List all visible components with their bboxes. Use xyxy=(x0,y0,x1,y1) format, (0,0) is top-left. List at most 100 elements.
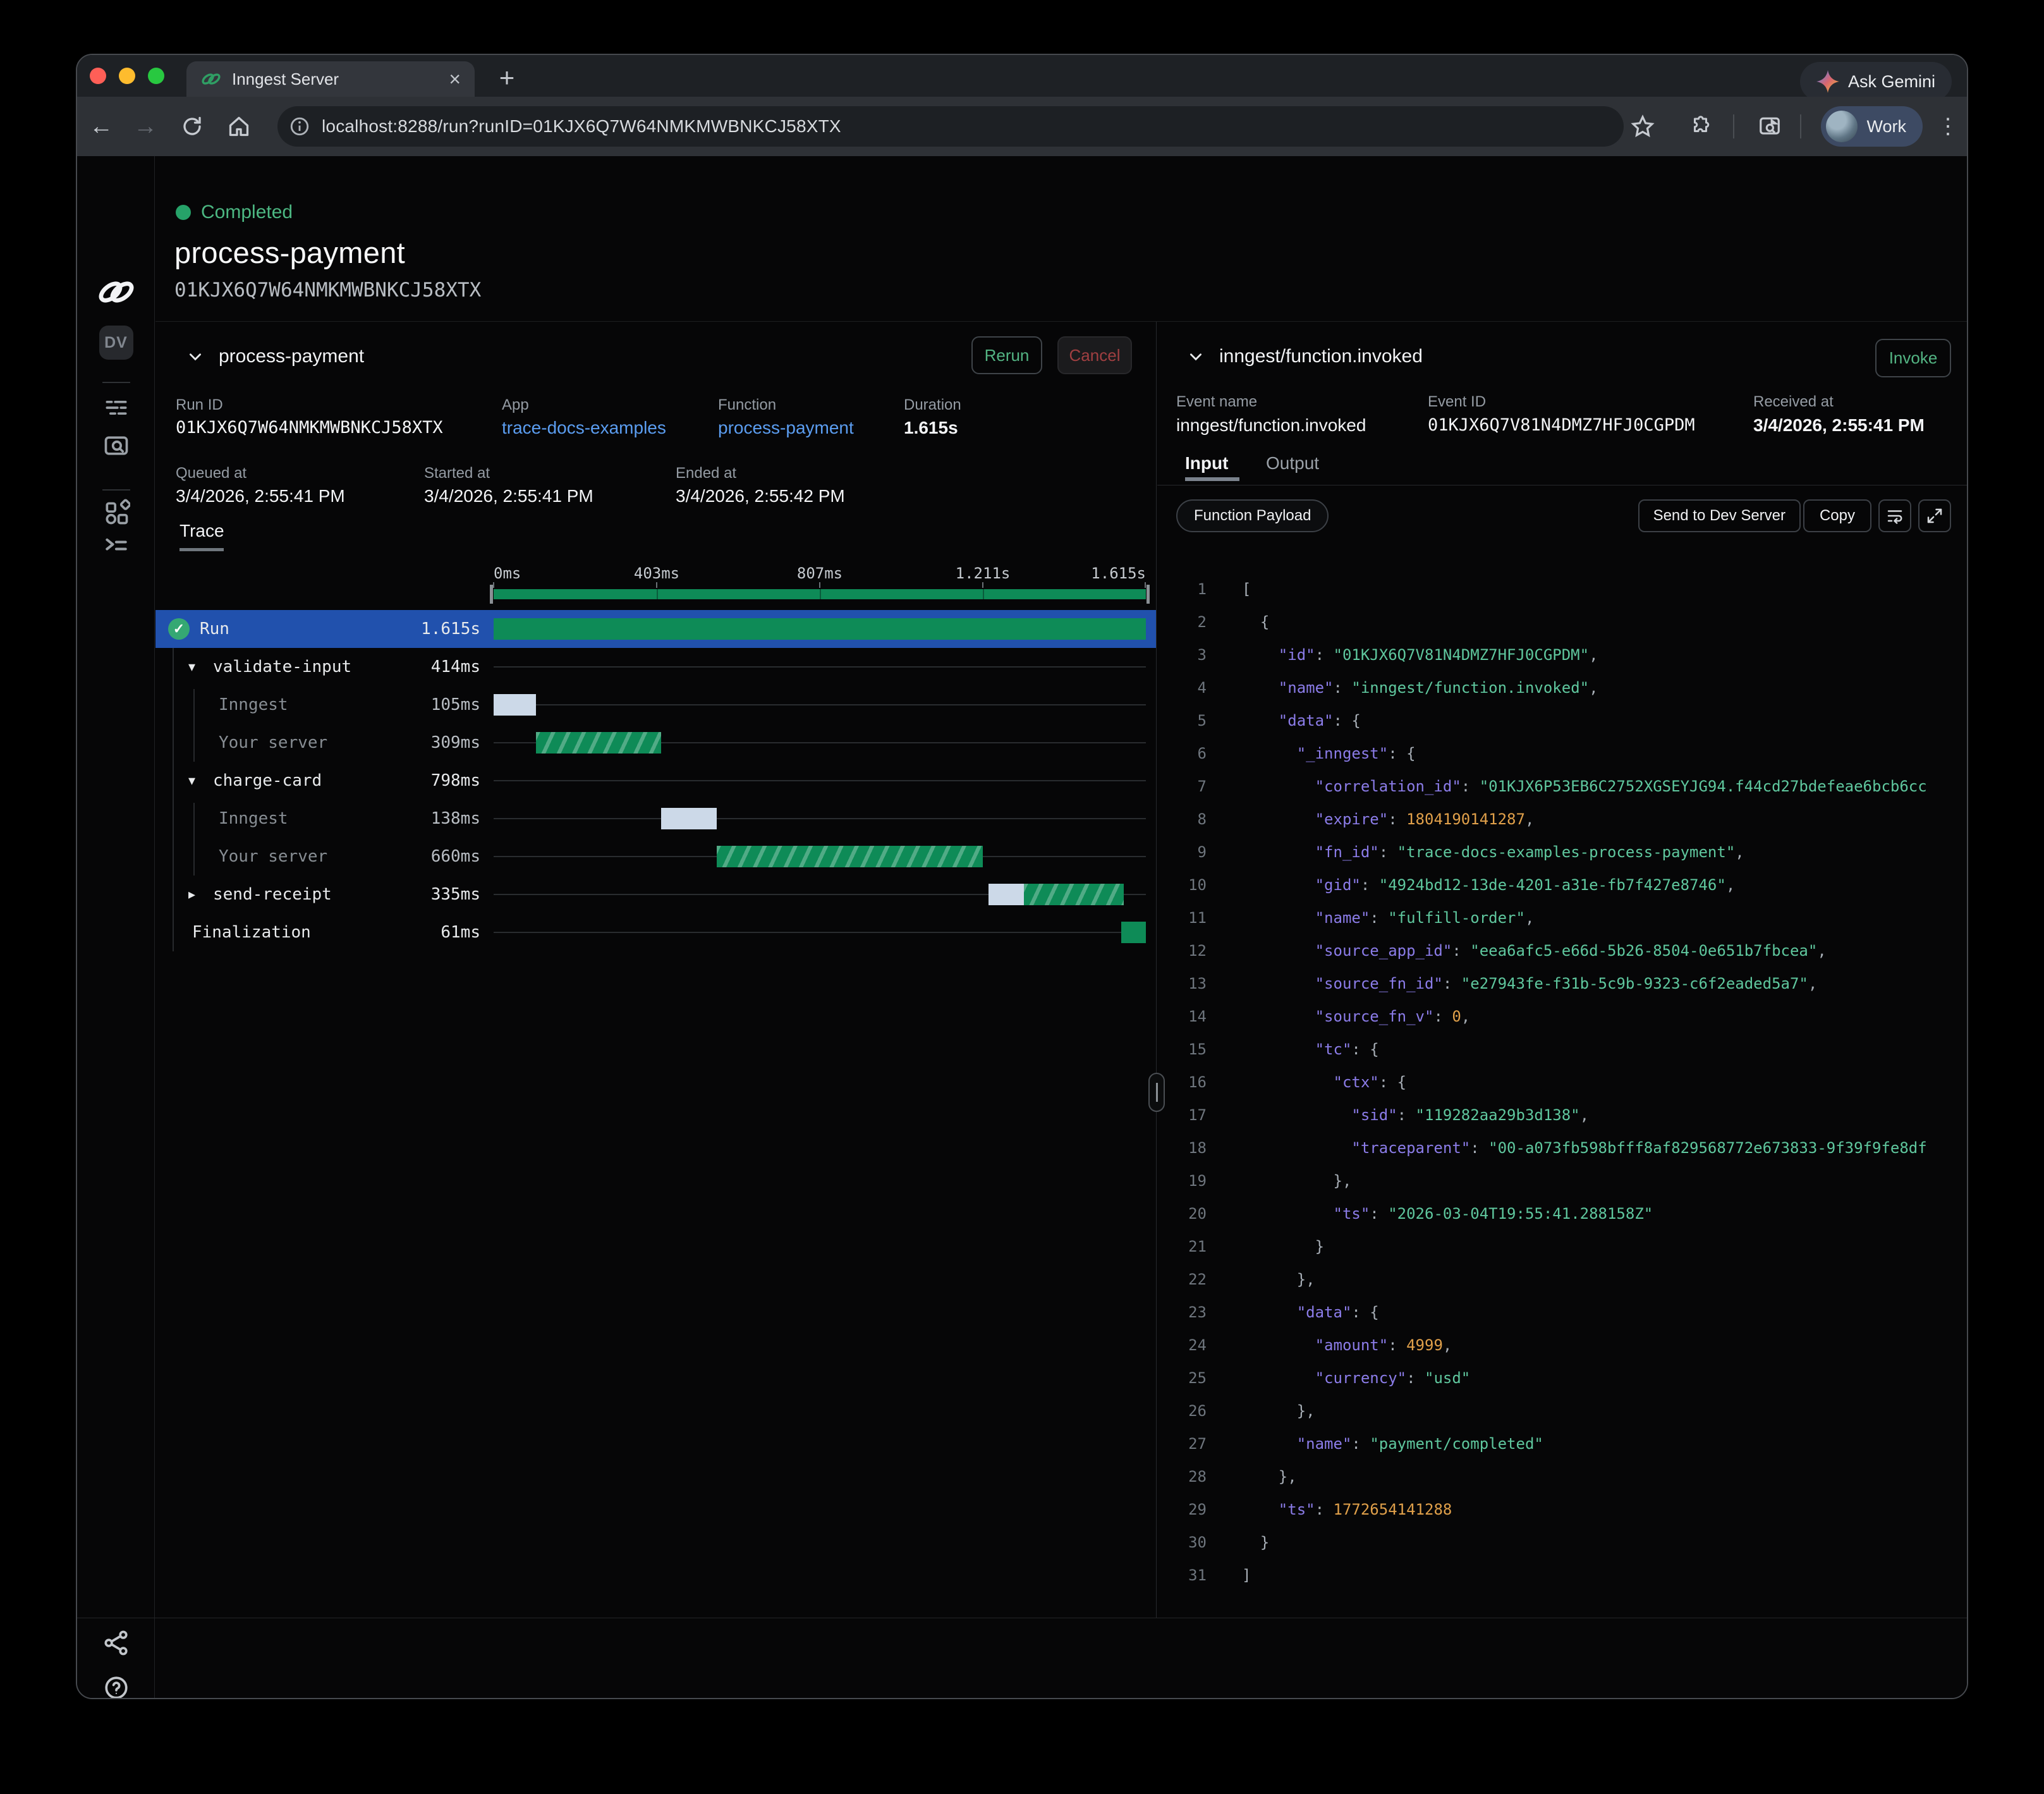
trace-row[interactable]: ✓Run1.615s xyxy=(155,610,1156,648)
window-close-button[interactable] xyxy=(90,68,106,84)
site-info-icon[interactable] xyxy=(289,116,310,137)
line-number: 4 xyxy=(1157,679,1207,697)
collapse-chevron-icon[interactable] xyxy=(1188,348,1204,365)
row-chevron-right-icon[interactable]: ▸ xyxy=(188,886,195,903)
span-bar-cell xyxy=(494,876,1146,913)
reload-button[interactable] xyxy=(173,97,211,156)
line-number: 30 xyxy=(1157,1534,1207,1551)
trace-section-title: process-payment xyxy=(219,346,364,367)
tab-input-indicator xyxy=(1185,477,1239,481)
line-number: 10 xyxy=(1157,876,1207,894)
profile-button[interactable]: Work xyxy=(1821,106,1923,147)
env-badge[interactable]: DV xyxy=(77,326,155,360)
span-bar-cell xyxy=(494,838,1146,876)
forward-button[interactable]: → xyxy=(126,97,164,156)
sidebar-divider xyxy=(102,489,130,491)
payload-code-editor[interactable]: 1[2 {3 "id": "01KJX6Q7V81N4DMZ7HFJ0CGPDM… xyxy=(1157,559,1967,1618)
span-bar-solid[interactable] xyxy=(1121,922,1146,943)
sidebar-item-dev-server[interactable] xyxy=(77,529,155,562)
line-number: 19 xyxy=(1157,1172,1207,1190)
trace-row[interactable]: Your server309ms xyxy=(155,724,1156,762)
row-chevron-down-icon[interactable]: ▾ xyxy=(188,659,195,675)
run-header: Completed process-payment 01KJX6Q7W64NMK… xyxy=(155,156,1967,322)
back-button[interactable]: ← xyxy=(82,97,120,156)
tab-input[interactable]: Input xyxy=(1185,453,1228,473)
minimap-handle-left[interactable] xyxy=(490,585,493,604)
tab-title: Inngest Server xyxy=(232,70,449,89)
help-icon[interactable] xyxy=(77,1671,155,1699)
code-line: 15 "tc": { xyxy=(1157,1033,1967,1066)
sidebar-item-runs[interactable] xyxy=(77,391,155,424)
span-bar-exec[interactable] xyxy=(536,732,661,754)
bookmark-star-icon[interactable] xyxy=(1624,97,1662,156)
span-duration: 138ms xyxy=(345,809,480,828)
invoke-button[interactable]: Invoke xyxy=(1875,339,1951,377)
tree-guide-line xyxy=(193,689,195,762)
span-bar-exec[interactable] xyxy=(717,846,983,867)
app-link[interactable]: trace-docs-examples xyxy=(502,418,666,438)
sidebar-item-inspector[interactable] xyxy=(77,429,155,462)
panel-resize-handle[interactable] xyxy=(1148,1073,1165,1112)
status-badge: Completed xyxy=(201,202,293,223)
span-bar-queue[interactable] xyxy=(661,808,717,829)
trace-row[interactable]: Inngest138ms xyxy=(155,800,1156,838)
span-bar-exec[interactable] xyxy=(1024,884,1124,905)
tab-trace[interactable]: Trace xyxy=(179,521,224,541)
line-number: 11 xyxy=(1157,909,1207,927)
code-line: 30 } xyxy=(1157,1526,1967,1559)
ask-gemini-button[interactable]: Ask Gemini xyxy=(1800,62,1952,101)
trace-row[interactable]: Inngest105ms xyxy=(155,686,1156,724)
minimap-handle-right[interactable] xyxy=(1147,585,1150,604)
span-label: Inngest xyxy=(219,695,288,714)
sidebar-item-apps[interactable] xyxy=(77,496,155,529)
trace-row[interactable]: ▾validate-input414ms xyxy=(155,648,1156,686)
window-zoom-button[interactable] xyxy=(148,68,164,84)
queued-label: Queued at xyxy=(176,465,246,482)
window-minimize-button[interactable] xyxy=(119,68,135,84)
tab-output[interactable]: Output xyxy=(1266,453,1319,473)
function-link[interactable]: process-payment xyxy=(718,418,854,438)
trace-row[interactable]: Finalization61ms xyxy=(155,913,1156,951)
code-line: 10 "gid": "4924bd12-13de-4201-a31e-fb7f4… xyxy=(1157,869,1967,901)
trace-row[interactable]: Your server660ms xyxy=(155,838,1156,876)
row-chevron-down-icon[interactable]: ▾ xyxy=(188,772,195,789)
expand-button[interactable] xyxy=(1918,499,1951,532)
run-id-value: 01KJX6Q7W64NMKMWBNKCJ58XTX xyxy=(176,418,443,437)
extensions-icon[interactable] xyxy=(1682,97,1720,156)
span-bar-solid[interactable] xyxy=(494,618,1146,640)
page-title: process-payment xyxy=(174,235,405,270)
side-panel-search-icon[interactable] xyxy=(1751,97,1789,156)
trace-rows: ✓Run1.615s▾validate-input414msInngest105… xyxy=(155,610,1156,951)
inngest-favicon xyxy=(200,68,222,90)
timeline-minimap[interactable] xyxy=(494,589,1146,599)
code-line: 28 }, xyxy=(1157,1460,1967,1493)
copy-button[interactable]: Copy xyxy=(1803,499,1871,532)
trace-panel: process-payment Rerun Cancel Run ID 01KJ… xyxy=(155,322,1157,1618)
tab-trace-indicator xyxy=(179,548,224,551)
cancel-button: Cancel xyxy=(1057,336,1132,374)
browser-menu-icon[interactable]: ⋮ xyxy=(1929,97,1967,156)
axis-tick-0: 0ms xyxy=(494,564,521,582)
function-payload-chip[interactable]: Function Payload xyxy=(1176,499,1329,532)
share-feedback-icon[interactable] xyxy=(77,1626,155,1659)
send-to-dev-server-button[interactable]: Send to Dev Server xyxy=(1638,499,1801,532)
event-title: inngest/function.invoked xyxy=(1219,346,1423,367)
trace-row[interactable]: ▸send-receipt335ms xyxy=(155,876,1156,913)
span-bar-queue[interactable] xyxy=(989,884,1024,905)
code-line: 21 } xyxy=(1157,1230,1967,1263)
span-duration: 798ms xyxy=(345,771,480,790)
span-bar-queue[interactable] xyxy=(494,694,536,716)
url-bar[interactable]: localhost:8288/run?runID=01KJX6Q7W64NMKM… xyxy=(277,106,1624,147)
span-label: validate-input xyxy=(213,657,351,676)
new-tab-button[interactable]: + xyxy=(488,60,526,95)
collapse-chevron-icon[interactable] xyxy=(187,348,204,365)
home-button[interactable] xyxy=(220,97,258,156)
app-sidebar: DV xyxy=(77,156,155,1698)
word-wrap-button[interactable] xyxy=(1878,499,1911,532)
started-label: Started at xyxy=(424,465,490,482)
tab-close-icon[interactable]: × xyxy=(449,69,461,89)
axis-tick-2: 807ms xyxy=(797,564,843,582)
browser-tab[interactable]: Inngest Server × xyxy=(186,61,475,97)
rerun-button[interactable]: Rerun xyxy=(971,336,1042,374)
trace-row[interactable]: ▾charge-card798ms xyxy=(155,762,1156,800)
